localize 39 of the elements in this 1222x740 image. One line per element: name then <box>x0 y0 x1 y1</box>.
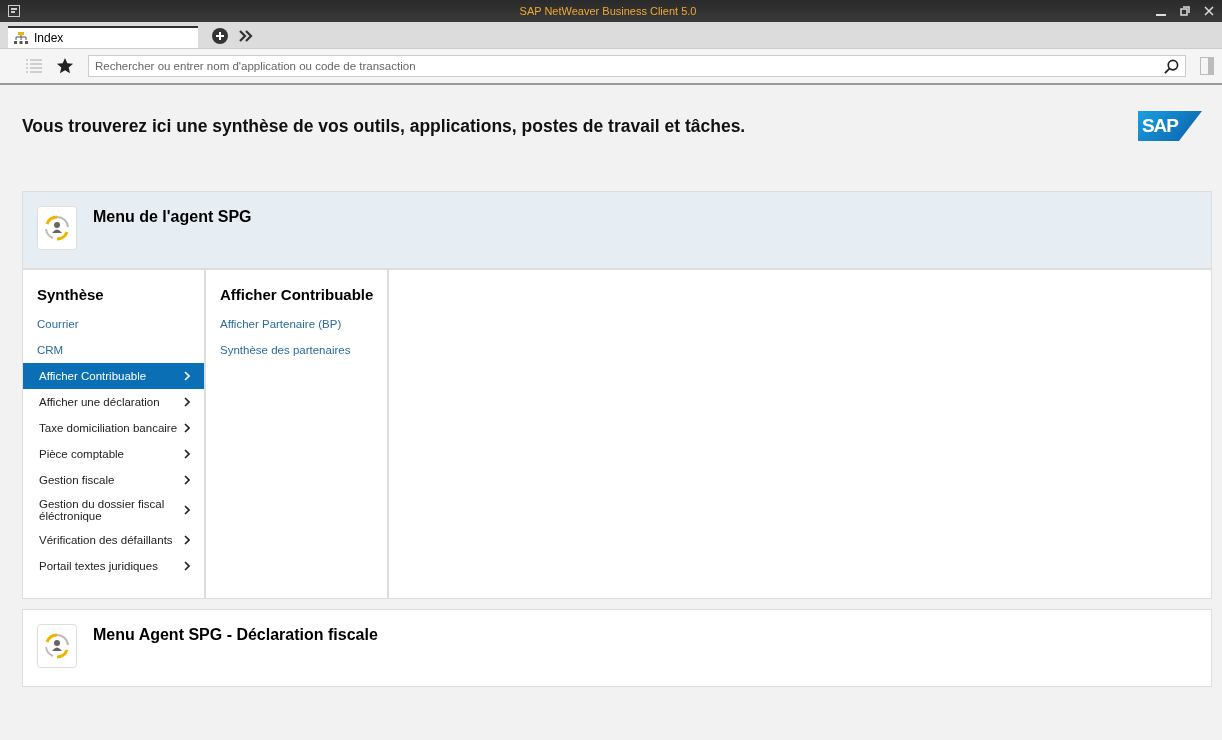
chevron-icon <box>184 535 190 545</box>
menu-link[interactable]: CRM <box>23 337 204 363</box>
menu-item[interactable]: Portail textes juridiques <box>23 553 204 579</box>
menu-item[interactable]: Afficher une déclaration <box>23 389 204 415</box>
star-icon[interactable] <box>56 57 74 75</box>
add-tab-icon[interactable] <box>212 28 228 44</box>
menu-link[interactable]: Synthèse des partenaires <box>206 337 387 363</box>
chevron-icon <box>184 423 190 433</box>
search-icon[interactable] <box>1164 59 1179 74</box>
sap-logo: SAP <box>1137 111 1202 141</box>
hierarchy-icon <box>14 31 28 45</box>
menu-link[interactable]: Courrier <box>23 311 204 337</box>
card-title[interactable]: Menu Agent SPG - Déclaration fiscale <box>93 626 378 644</box>
chevron-icon <box>184 449 190 459</box>
close-icon[interactable] <box>1204 6 1214 16</box>
search-field[interactable]: Rechercher ou entrer nom d'application ou code de transaction <box>88 55 1186 77</box>
column-title: Synthèse <box>36 285 105 305</box>
menu-item[interactable]: Taxe domiciliation bancaire <box>23 415 204 441</box>
menu-item[interactable]: Gestion du dossier fiscal éléctronique <box>23 493 204 527</box>
app-menu-icon[interactable] <box>8 5 20 17</box>
chevron-icon <box>184 371 190 381</box>
menu-link[interactable]: Afficher Partenaire (BP) <box>206 311 387 337</box>
page-heading: Vous trouverez ici une synthèse de vos outils, applications, postes de travail et tâches. <box>22 115 746 137</box>
chevron-icon <box>184 561 190 571</box>
menu-item[interactable]: Afficher Contribuable <box>23 363 204 389</box>
tab[interactable]: Index <box>8 26 198 48</box>
restore-icon[interactable] <box>1180 6 1190 16</box>
double-chevron-icon[interactable] <box>238 29 254 43</box>
menu-item[interactable]: Gestion fiscale <box>23 467 204 493</box>
card-title[interactable]: Menu de l'agent SPG <box>93 208 252 226</box>
role-icon <box>37 206 77 250</box>
chevron-icon <box>184 505 190 515</box>
chevron-icon <box>184 397 190 407</box>
menu-item[interactable]: Pièce comptable <box>23 441 204 467</box>
chevron-icon <box>184 475 190 485</box>
window-title: SAP NetWeaver Business Client 5.0 <box>518 5 698 17</box>
column-title: Afficher Contribuable <box>219 285 375 305</box>
menu-item[interactable]: Vérification des défaillants <box>23 527 204 553</box>
role-icon <box>37 624 77 668</box>
